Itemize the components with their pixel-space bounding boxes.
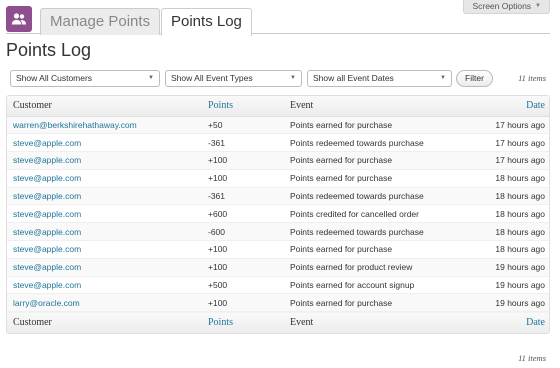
table-row: steve@apple.com +100 Points earned for p… [7,240,549,259]
points-cell: +100 [202,293,284,313]
date-cell: 19 hours ago [474,276,549,295]
table-row: steve@apple.com +100 Points earned for p… [7,151,549,170]
event-cell: Points earned for purchase [284,151,474,170]
customer-email-link[interactable]: steve@apple.com [7,222,202,242]
column-header-points[interactable]: Points [202,96,284,117]
event-dates-filter-select[interactable]: Show all Event Dates ▼ [307,70,452,87]
date-cell: 18 hours ago [474,240,549,259]
date-cell: 19 hours ago [474,293,549,313]
column-footer-customer: Customer [7,311,202,333]
chevron-down-icon: ▼ [290,75,296,81]
event-cell: Points earned for purchase [284,240,474,259]
event-cell: Points earned for purchase [284,293,474,313]
points-log-table: Customer Points Event Date warren@berksh… [6,95,550,334]
customer-email-link[interactable]: steve@apple.com [7,204,202,224]
table-row: larry@oracle.com +100 Points earned for … [7,293,549,313]
date-cell: 18 hours ago [474,204,549,224]
filter-button[interactable]: Filter [456,70,493,87]
event-cell: Points earned for purchase [284,116,474,135]
table-row: steve@apple.com -361 Points redeemed tow… [7,133,549,153]
table-row: warren@berkshirehathaway.com +50 Points … [7,116,549,135]
items-count: 11 items [518,73,546,83]
event-cell: Points earned for product review [284,258,474,277]
event-dates-filter-value: Show all Event Dates [313,73,394,83]
event-cell: Points earned for purchase [284,169,474,188]
filters-bar: Show All Customers ▼ Show All Event Type… [10,70,550,88]
event-cell: Points redeemed towards purchase [284,222,474,242]
column-header-event: Event [284,96,474,117]
event-cell: Points redeemed towards purchase [284,187,474,206]
column-footer-points[interactable]: Points [202,311,284,333]
points-cell: +100 [202,240,284,259]
date-cell: 17 hours ago [474,151,549,170]
table-row: steve@apple.com -361 Points redeemed tow… [7,187,549,206]
event-cell: Points redeemed towards purchase [284,133,474,153]
page-title: Points Log [6,40,92,60]
column-header-date[interactable]: Date [474,96,549,117]
table-row: steve@apple.com +100 Points earned for p… [7,169,549,188]
points-cell: +100 [202,258,284,277]
event-cell: Points earned for account signup [284,276,474,295]
points-cell: +100 [202,151,284,170]
items-count-bottom: 11 items [518,353,546,363]
customer-email-link[interactable]: steve@apple.com [7,276,202,295]
event-cell: Points credited for cancelled order [284,204,474,224]
table-row: steve@apple.com +500 Points earned for a… [7,276,549,295]
column-footer-event: Event [284,311,474,333]
date-cell: 17 hours ago [474,116,549,135]
page-header: Manage Points Points Log [6,6,550,36]
event-types-filter-value: Show All Event Types [171,73,253,83]
points-cell: -361 [202,187,284,206]
table-row: steve@apple.com +100 Points earned for p… [7,258,549,277]
points-cell: +100 [202,169,284,188]
customer-email-link[interactable]: steve@apple.com [7,133,202,153]
customers-filter-select[interactable]: Show All Customers ▼ [10,70,160,87]
users-logo-icon [6,6,32,32]
points-cell: +500 [202,276,284,295]
chevron-down-icon: ▼ [148,75,154,81]
table-row: steve@apple.com +600 Points credited for… [7,204,549,224]
customer-email-link[interactable]: larry@oracle.com [7,293,202,313]
customer-email-link[interactable]: steve@apple.com [7,240,202,259]
table-header-row: Customer Points Event Date [7,96,549,117]
table-footer-row: Customer Points Event Date [7,311,549,333]
column-header-customer: Customer [7,96,202,117]
customer-email-link[interactable]: warren@berkshirehathaway.com [7,116,202,135]
tab-manage-points[interactable]: Manage Points [40,8,161,35]
customer-email-link[interactable]: steve@apple.com [7,169,202,188]
points-cell: -600 [202,222,284,242]
table-row: steve@apple.com -600 Points redeemed tow… [7,222,549,242]
chevron-down-icon: ▼ [440,75,446,81]
date-cell: 19 hours ago [474,258,549,277]
date-cell: 18 hours ago [474,222,549,242]
customers-filter-value: Show All Customers [16,73,93,83]
customer-email-link[interactable]: steve@apple.com [7,187,202,206]
column-footer-date[interactable]: Date [474,311,549,333]
date-cell: 17 hours ago [474,133,549,153]
date-cell: 18 hours ago [474,169,549,188]
event-types-filter-select[interactable]: Show All Event Types ▼ [165,70,302,87]
points-cell: +50 [202,116,284,135]
customer-email-link[interactable]: steve@apple.com [7,151,202,170]
points-cell: -361 [202,133,284,153]
tab-points-log[interactable]: Points Log [161,8,252,36]
points-cell: +600 [202,204,284,224]
date-cell: 18 hours ago [474,187,549,206]
customer-email-link[interactable]: steve@apple.com [7,258,202,277]
